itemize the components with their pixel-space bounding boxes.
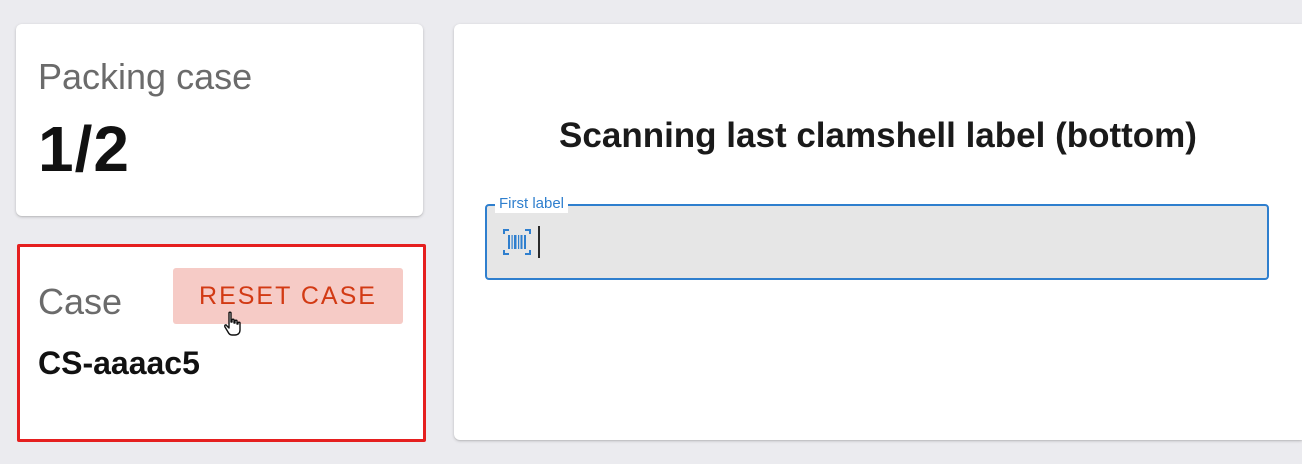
first-label-input[interactable] — [537, 224, 1237, 260]
packing-case-card: Packing case 1/2 — [16, 24, 423, 216]
case-id: CS-aaaac5 — [38, 345, 200, 381]
first-label-field[interactable]: First label — [485, 195, 1269, 280]
scan-panel: Scanning last clamshell label (bottom) F… — [454, 24, 1302, 440]
packing-case-label: Packing case — [38, 56, 253, 97]
text-caret — [538, 226, 540, 258]
page: Packing case 1/2 Case RESET CASE CS-aaaa… — [0, 0, 1302, 464]
scan-title: Scanning last clamshell label (bottom) — [559, 116, 1197, 155]
packing-case-count: 1/2 — [38, 113, 130, 185]
barcode-scan-icon — [503, 229, 531, 255]
first-label-field-label: First label — [495, 195, 569, 213]
case-label: Case — [38, 281, 123, 322]
case-card: Case RESET CASE CS-aaaac5 — [17, 244, 426, 442]
reset-case-button[interactable]: RESET CASE — [173, 268, 403, 324]
hand-pointer-cursor-icon — [224, 311, 241, 336]
